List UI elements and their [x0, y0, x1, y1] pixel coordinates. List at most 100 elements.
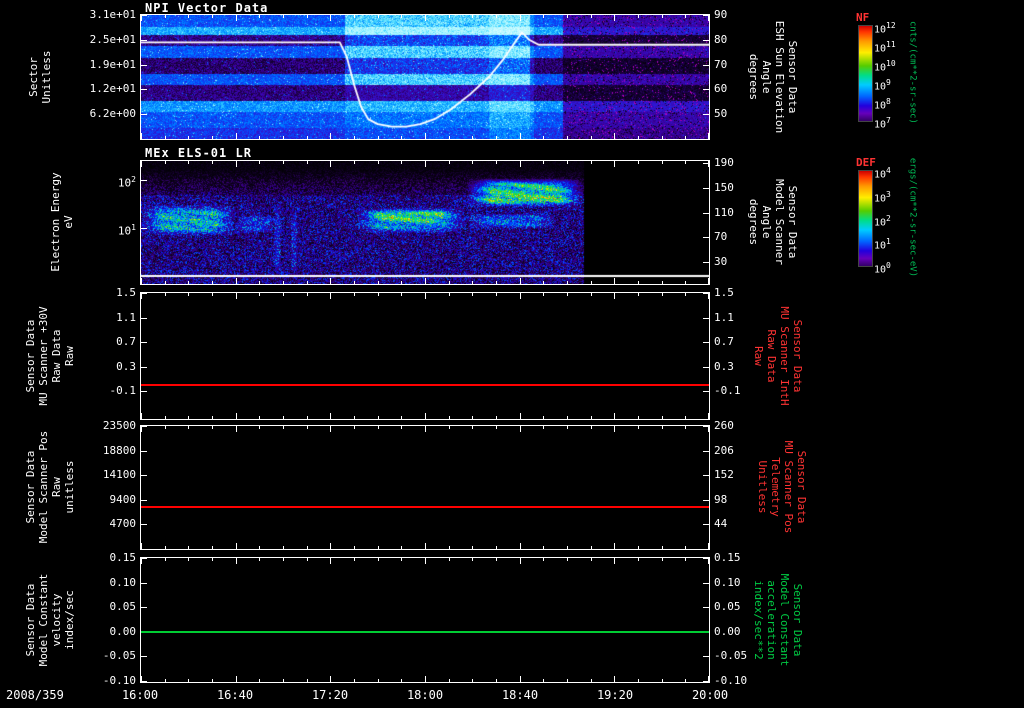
y-axis-tick: [141, 180, 147, 182]
x-axis-tick: [425, 543, 426, 549]
y-axis-tick-label: 110: [714, 205, 734, 219]
y-axis-tick: [141, 228, 147, 230]
y-axis-tick: [141, 342, 147, 344]
x-axis-tick: [236, 558, 237, 564]
x-axis-tick: [401, 416, 402, 419]
x-axis-tick: [378, 136, 379, 139]
x-axis-tick: [496, 426, 497, 429]
y-axis-tick-label: 70: [714, 230, 728, 244]
x-axis-tick: [330, 543, 331, 549]
model-constant-acceleration-right-axis-title: Sensor Data Model Constant acceleration …: [752, 573, 804, 667]
y-axis-tick-label: 102: [117, 175, 136, 190]
y-axis-tick-label: -0.10: [714, 674, 748, 687]
x-axis-tick: [425, 278, 426, 284]
x-axis-tick: [165, 558, 166, 561]
x-axis-tick: [141, 293, 142, 299]
x-axis-tick: [496, 679, 497, 682]
y-axis-tick-label: 70: [714, 57, 728, 71]
x-axis-tick: [378, 558, 379, 561]
x-axis-tick: [165, 281, 166, 284]
y-axis-tick-label: 206: [714, 443, 734, 457]
x-axis-tick: [662, 558, 663, 561]
x-axis-tick: [591, 546, 592, 549]
x-axis-tick: [425, 133, 426, 139]
x-axis-tick: [259, 546, 260, 549]
mu-scanner-inth-right-axis-title: Sensor Data MU Scanner IntH Raw Data Raw: [752, 306, 804, 406]
x-axis-tick: [283, 136, 284, 139]
x-axis-tick: [141, 278, 142, 284]
y-axis-tick-label: 9400: [109, 492, 137, 506]
x-axis-tick: [543, 426, 544, 429]
panel-title-npi: NPI Vector Data: [145, 1, 269, 15]
x-axis-tick: [141, 133, 142, 139]
y-axis-tick-label: 14100: [102, 468, 136, 482]
x-axis-tick: [520, 543, 521, 549]
x-axis-tick: [496, 161, 497, 164]
x-axis-tick: [401, 136, 402, 139]
x-axis-tick: [236, 426, 237, 432]
data-series-line: [141, 505, 709, 508]
x-axis-tick-label: 17:20: [311, 688, 349, 702]
y-axis-tick-label: 260: [714, 419, 734, 432]
model-constant-velocity-left-axis-title: Sensor Data Model Constant velocity inde…: [24, 573, 76, 667]
x-axis-tick: [212, 426, 213, 429]
x-axis-tick: [188, 416, 189, 419]
x-axis-tick: [283, 416, 284, 419]
y-axis-tick-label: 98: [714, 492, 728, 506]
x-axis-tick: [614, 133, 615, 139]
x-axis-tick: [212, 293, 213, 296]
x-axis-tick: [449, 281, 450, 284]
x-axis-tick-label: 18:40: [501, 688, 539, 702]
x-axis-tick: [685, 293, 686, 296]
y-axis-tick-label: 80: [714, 32, 728, 46]
y-axis-tick-label: 0.15: [109, 551, 137, 564]
colorbar-nf-units: cnts/(cm**2-sr-sec): [907, 21, 918, 124]
x-axis-tick: [520, 133, 521, 139]
x-axis-tick-label: 16:40: [216, 688, 254, 702]
x-axis-tick: [401, 679, 402, 682]
x-axis-tick: [449, 293, 450, 296]
y-axis-tick: [703, 450, 709, 452]
x-axis-tick: [354, 15, 355, 18]
x-axis-tick: [543, 679, 544, 682]
y-axis-tick: [141, 366, 147, 368]
x-axis-tick: [259, 281, 260, 284]
x-axis-tick: [188, 136, 189, 139]
x-axis-tick: [378, 15, 379, 18]
x-axis-tick: [212, 136, 213, 139]
x-axis-tick: [685, 161, 686, 164]
y-axis-tick-label: 1.9e+01: [89, 57, 136, 71]
y-axis-tick: [703, 656, 709, 658]
x-axis-tick: [212, 161, 213, 164]
y-axis-tick-label: 30: [714, 254, 728, 268]
x-axis-tick: [567, 136, 568, 139]
x-axis-tick: [614, 278, 615, 284]
y-axis-tick-label: 0.7: [714, 335, 734, 349]
y-axis-tick: [703, 342, 709, 344]
x-axis-tick: [638, 281, 639, 284]
x-axis-tick: [401, 281, 402, 284]
y-axis-tick-label: 0.7: [116, 335, 136, 349]
y-axis-tick-label: 0.00: [109, 624, 137, 638]
y-axis-tick-label: 190: [714, 156, 734, 170]
y-axis-tick: [703, 366, 709, 368]
panel-model-scanner-pos: [140, 425, 710, 550]
y-axis-tick: [141, 499, 147, 501]
y-axis-tick: [703, 64, 709, 66]
x-axis-tick: [496, 281, 497, 284]
x-axis-tick: [708, 426, 709, 432]
y-axis-tick: [141, 391, 147, 393]
x-axis-tick-label: 19:20: [596, 688, 634, 702]
x-axis-tick: [520, 426, 521, 432]
colorbar-tick-label: 102: [874, 213, 891, 228]
x-axis-tick: [685, 558, 686, 561]
x-axis-tick: [685, 416, 686, 419]
x-axis-tick: [236, 676, 237, 682]
x-axis-tick: [638, 426, 639, 429]
y-axis-tick-label: 1.2e+01: [89, 82, 136, 96]
y-axis-tick-label: 2.5e+01: [89, 32, 136, 46]
x-axis-tick: [188, 679, 189, 682]
x-axis-tick: [354, 679, 355, 682]
x-axis-tick: [401, 558, 402, 561]
x-axis-tick: [307, 426, 308, 429]
